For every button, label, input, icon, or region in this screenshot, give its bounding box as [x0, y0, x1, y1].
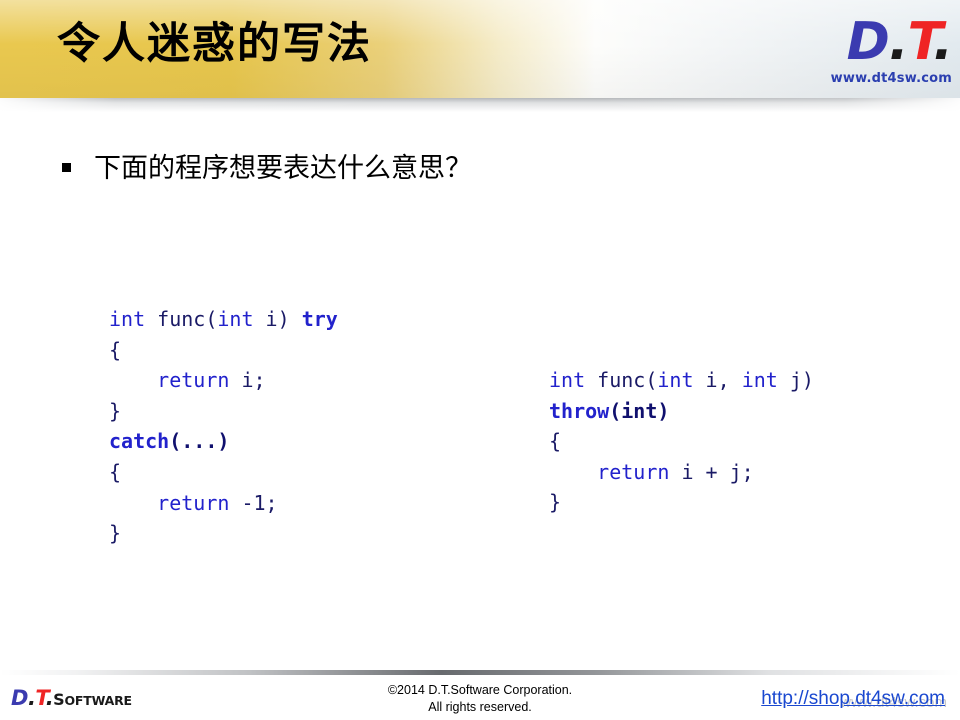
code-line: return i;: [109, 368, 266, 393]
code-token: i: [253, 307, 278, 331]
page-title: 令人迷惑的写法: [57, 19, 372, 69]
slide-header: 令人迷惑的写法 D.T. www.dt4sw.com: [0, 0, 960, 98]
brand-letter-t: T: [907, 12, 935, 72]
brand-letter-d: D: [846, 12, 890, 72]
brand-logo-mark: D.T.: [831, 16, 953, 68]
footer-divider: [0, 670, 960, 675]
code-token: (...): [169, 429, 230, 454]
brand-logo: D.T. www.dt4sw.com: [830, 16, 953, 86]
code-line: }: [549, 490, 561, 514]
code-line: }: [109, 399, 121, 423]
header-shadow-divider: [0, 98, 960, 112]
code-token: try: [301, 307, 338, 331]
code-token: throw: [549, 398, 610, 423]
code-token: }: [109, 398, 122, 423]
code-line: }: [109, 521, 121, 545]
code-token: int: [657, 368, 694, 392]
code-token: {: [109, 459, 122, 484]
exception-specification-example: int func(int i, int j) throw(int) { retu…: [549, 365, 814, 518]
code-token: -1;: [229, 490, 278, 515]
code-line: catch(...): [109, 429, 229, 453]
code-token: return: [597, 459, 670, 484]
code-line: {: [549, 429, 561, 453]
code-token: {: [549, 429, 562, 454]
brand-dot-2: .: [933, 12, 953, 72]
brand-dot-1: .: [888, 12, 909, 72]
code-token: (: [645, 368, 658, 392]
code-line: return i + j;: [549, 460, 754, 484]
code-line: int func(int i, int j): [549, 368, 814, 392]
code-token: return: [157, 368, 230, 393]
bullet-item-label: 下面的程序想要表达什么意思？: [94, 153, 472, 184]
code-token: (int): [609, 398, 670, 423]
function-try-block-example: int func(int i) try { return i; } catch(…: [109, 304, 338, 549]
code-token: }: [549, 490, 562, 515]
square-bullet-icon: [62, 163, 71, 172]
code-token: int: [549, 368, 586, 392]
code-token: i + j;: [669, 459, 754, 484]
brand-website: www.dt4sw.com: [830, 71, 952, 86]
code-line: throw(int): [549, 399, 669, 423]
code-token: {: [109, 337, 122, 362]
footer-shop-link[interactable]: http://shop.dt4sw.com: [761, 688, 945, 710]
code-token: catch: [109, 429, 170, 454]
code-token: }: [109, 521, 122, 546]
code-token: i;: [229, 368, 266, 393]
code-token: j): [777, 368, 814, 392]
code-token: return: [157, 490, 230, 515]
code-token: int: [109, 307, 146, 331]
code-line: int func(int i) try: [109, 307, 338, 331]
code-token: int: [217, 307, 254, 331]
code-line: return -1;: [109, 490, 278, 515]
code-token: func: [145, 307, 206, 331]
code-line: {: [109, 338, 121, 362]
code-token: (: [205, 307, 218, 331]
code-token: int: [741, 368, 778, 392]
code-token: ): [277, 307, 302, 331]
code-token: func: [585, 368, 646, 392]
code-line: {: [109, 460, 121, 484]
bullet-item: 下面的程序想要表达什么意思？: [62, 152, 472, 186]
code-token: i,: [693, 368, 742, 392]
